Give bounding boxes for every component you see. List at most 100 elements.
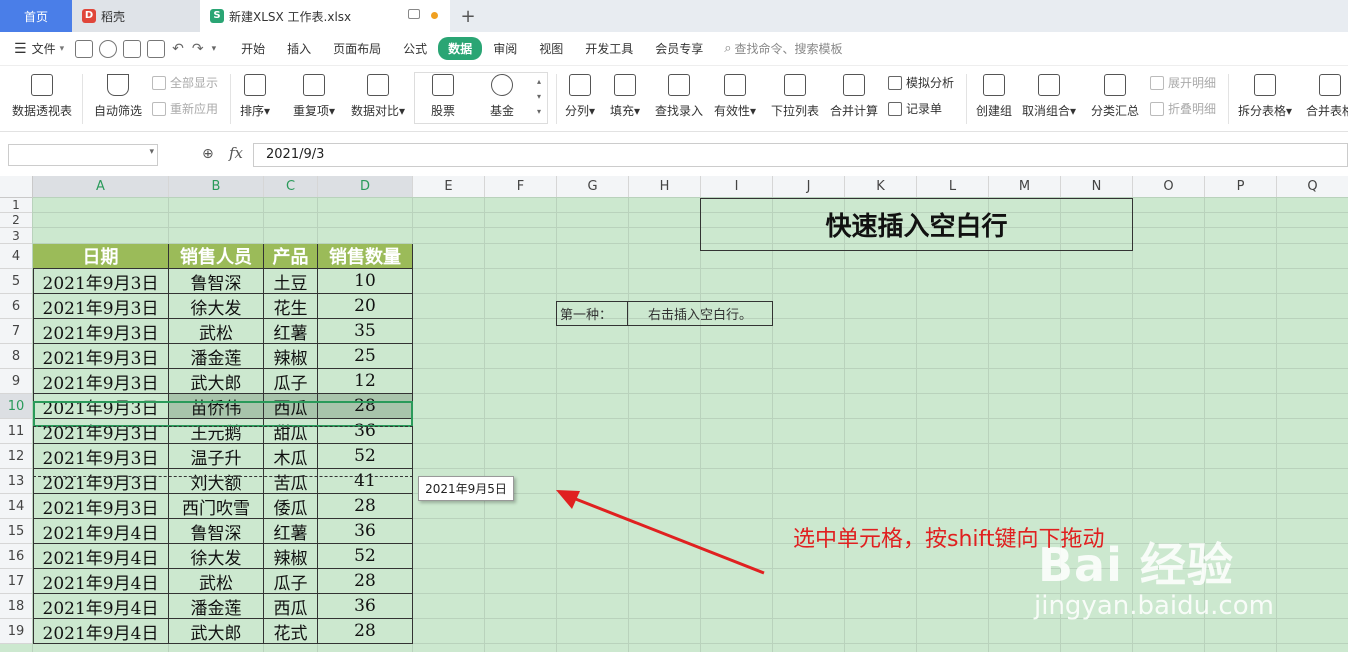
collapse-detail-button[interactable]: 折叠明细	[1150, 100, 1216, 117]
filter-icon	[107, 74, 129, 96]
split-column-button[interactable]: 分列▾	[565, 66, 595, 119]
reapply-button[interactable]: 重新应用	[152, 100, 218, 117]
ribbon-separator	[556, 74, 557, 124]
merge-table-icon	[1319, 74, 1341, 96]
show-all-button[interactable]: 全部显示	[152, 74, 218, 91]
split-table-button[interactable]: 拆分表格▾	[1238, 66, 1292, 119]
new-tab-button[interactable]: +	[450, 0, 486, 32]
stock-chart-icon	[432, 74, 454, 96]
print-icon[interactable]	[123, 39, 142, 58]
show-all-icon	[152, 75, 166, 90]
command-search[interactable]: ⌕ 查找命令、搜索模板	[724, 40, 842, 57]
merge-table-button[interactable]: 合并表格	[1306, 66, 1348, 119]
what-if-analysis-button[interactable]: 模拟分析	[888, 74, 954, 91]
consolidate-label: 合并计算	[830, 104, 879, 118]
fx-icon[interactable]: fx	[229, 144, 243, 162]
fill-button[interactable]: 填充▾	[610, 66, 640, 119]
what-if-analysis-icon	[888, 75, 902, 90]
validity-icon	[724, 74, 747, 96]
window-icon[interactable]	[408, 9, 420, 19]
menu-view[interactable]: 视图	[528, 40, 574, 57]
tab-file[interactable]: S 新建XLSX 工作表.xlsx	[200, 0, 450, 32]
subtotal-label: 分类汇总	[1091, 104, 1140, 118]
stock-button[interactable]: 股票	[431, 66, 455, 119]
data-compare-icon	[367, 74, 390, 96]
menu-data[interactable]: 数据	[438, 37, 483, 60]
subtotal-icon	[1104, 74, 1126, 96]
formula-input[interactable]: 2021/9/3	[253, 143, 1348, 167]
pivot-table-label: 数据透视表	[12, 104, 73, 118]
fill-down-icon	[614, 74, 637, 96]
lookup-entry-button[interactable]: 查找录入	[655, 66, 703, 119]
split-table-label: 拆分表格	[1238, 104, 1287, 118]
record-form-button[interactable]: 记录单	[888, 100, 942, 117]
share-icon[interactable]	[99, 39, 118, 58]
gallery-scroll[interactable]: ▴ ▾ ▾	[537, 74, 541, 119]
dropdown-list-button[interactable]: 下拉列表	[771, 66, 819, 119]
spreadsheet-icon: S	[210, 9, 224, 23]
tab-bar: 首页 D 稻壳 S 新建XLSX 工作表.xlsx +	[0, 0, 1348, 32]
formula-bar: ▾ ⊕ fx 2021/9/3	[0, 132, 1348, 176]
collapse-detail-icon	[1150, 101, 1164, 116]
create-group-button[interactable]: 创建组	[976, 66, 1012, 119]
ribbon-separator	[966, 74, 967, 124]
menu-formula[interactable]: 公式	[392, 40, 438, 57]
duplicates-button[interactable]: 重复项▾	[293, 66, 335, 119]
ungroup-button[interactable]: 取消组合▾	[1022, 66, 1076, 119]
validity-button[interactable]: 有效性▾	[714, 66, 756, 119]
customize-icon[interactable]: ▾	[212, 44, 217, 54]
ungroup-label: 取消组合	[1022, 104, 1071, 118]
tab-daoke-label: 稻壳	[101, 9, 126, 24]
fill-label: 填充	[610, 104, 635, 118]
menu-developer[interactable]: 开发工具	[574, 40, 644, 57]
duplicates-label: 重复项	[293, 104, 330, 118]
tab-home[interactable]: 首页	[0, 0, 72, 32]
autofilter-button[interactable]: 自动筛选	[94, 66, 142, 119]
validity-label: 有效性	[714, 104, 751, 118]
name-box[interactable]: ▾	[8, 144, 158, 166]
tab-file-label: 新建XLSX 工作表.xlsx	[229, 9, 352, 24]
menu-start[interactable]: 开始	[230, 40, 276, 57]
pivot-table-button[interactable]: 数据透视表	[12, 66, 72, 119]
redo-icon[interactable]: ↷	[192, 41, 204, 57]
annotation-arrow	[556, 490, 765, 575]
menu-insert[interactable]: 插入	[276, 40, 322, 57]
subtotal-button[interactable]: 分类汇总	[1091, 66, 1139, 119]
file-menu[interactable]: ☰ 文件 ▾	[0, 40, 72, 57]
menu-row: ☰ 文件 ▾ ↶ ↷ ▾ 开始 插入 页面布局 公式 数据 审阅 视图 开发工具…	[0, 32, 1348, 66]
pivot-table-icon	[31, 74, 53, 96]
autofilter-label: 自动筛选	[94, 104, 143, 118]
reapply-label: 重新应用	[170, 102, 219, 116]
expand-detail-label: 展开明细	[1168, 76, 1217, 90]
ribbon-separator	[82, 74, 83, 124]
spreadsheet-grid[interactable]: ABCDEFGHIJKLMNOPQ 1 2 3 4 5 6 7 8 9 10 11 12 13 14 15 1…	[0, 176, 1348, 652]
zoom-icon[interactable]: ⊕	[202, 146, 214, 162]
sort-button[interactable]: 排序▾	[240, 66, 270, 119]
lookup-entry-icon	[668, 74, 690, 96]
dropdown-list-icon	[784, 74, 806, 96]
menu-member[interactable]: 会员专享	[644, 40, 714, 57]
print-preview-icon[interactable]	[147, 39, 166, 58]
consolidate-button[interactable]: 合并计算	[830, 66, 878, 119]
ungroup-icon	[1038, 74, 1061, 96]
tab-home-label: 首页	[23, 9, 48, 24]
search-icon: ⌕	[724, 41, 732, 56]
expand-detail-button[interactable]: 展开明细	[1150, 74, 1216, 91]
menu-page-layout[interactable]: 页面布局	[322, 40, 392, 57]
undo-icon[interactable]: ↶	[172, 41, 184, 57]
data-compare-button[interactable]: 数据对比▾	[351, 66, 405, 119]
create-group-label: 创建组	[976, 104, 1013, 118]
split-column-label: 分列	[565, 104, 590, 118]
chevron-down-icon: ▾	[149, 147, 154, 157]
fund-button[interactable]: 基金	[490, 66, 514, 119]
data-compare-label: 数据对比	[351, 104, 400, 118]
split-table-icon	[1254, 74, 1277, 96]
save-icon[interactable]	[75, 39, 94, 58]
create-group-icon	[983, 74, 1005, 96]
record-form-icon	[888, 101, 902, 116]
tab-daoke[interactable]: D 稻壳	[72, 0, 200, 32]
split-column-icon	[569, 74, 592, 96]
plus-icon: +	[460, 5, 476, 27]
menu-review[interactable]: 审阅	[482, 40, 528, 57]
collapse-detail-label: 折叠明细	[1168, 102, 1217, 116]
